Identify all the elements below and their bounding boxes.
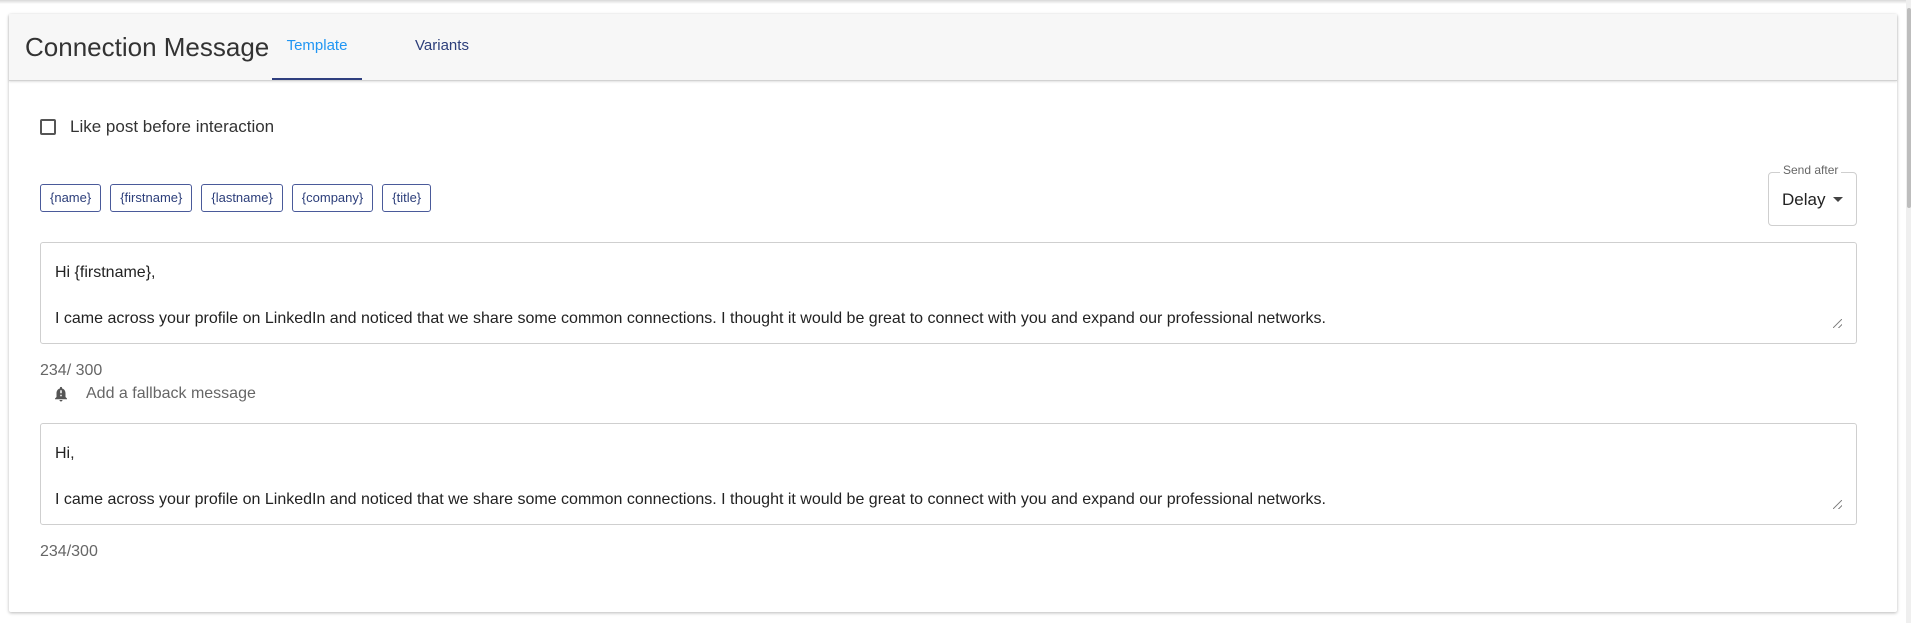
like-post-label: Like post before interaction xyxy=(70,117,275,136)
fallback-char-counter: 234/300 xyxy=(40,543,98,560)
resize-handle-icon[interactable] xyxy=(1833,319,1842,328)
resize-handle-icon[interactable] xyxy=(1833,500,1842,509)
caret-down-icon xyxy=(1833,197,1843,202)
variable-chips: {name} {firstname} {lastname} {company} … xyxy=(40,184,440,212)
send-after-label: Send after xyxy=(1780,163,1842,177)
fallback-textarea[interactable]: Hi, I came across your profile on Linked… xyxy=(40,423,1857,525)
bell-alert-icon xyxy=(55,386,67,402)
scrollbar-thumb[interactable] xyxy=(1907,8,1911,208)
message-line-2: I came across your profile on LinkedIn a… xyxy=(55,310,1326,327)
send-after-value: Delay xyxy=(1782,190,1826,209)
tab-template[interactable]: Template xyxy=(272,14,362,80)
variable-chip-lastname[interactable]: {lastname} xyxy=(201,184,283,212)
fallback-line-2: I came across your profile on LinkedIn a… xyxy=(55,491,1326,508)
card-header: Connection Message Template Variants xyxy=(9,14,1897,81)
fallback-line-1: Hi, xyxy=(55,445,75,462)
add-fallback-toggle[interactable]: Add a fallback message xyxy=(52,385,256,403)
like-post-option[interactable]: Like post before interaction xyxy=(40,117,274,137)
message-char-counter: 234/ 300 xyxy=(40,362,103,379)
scrollbar-track[interactable] xyxy=(1906,0,1911,623)
add-fallback-label: Add a fallback message xyxy=(86,385,256,402)
like-post-checkbox[interactable] xyxy=(40,119,56,135)
message-line-1: Hi {firstname}, xyxy=(55,264,156,281)
variable-chip-firstname[interactable]: {firstname} xyxy=(110,184,193,212)
tab-variants[interactable]: Variants xyxy=(397,14,487,78)
variable-chip-company[interactable]: {company} xyxy=(291,184,374,212)
page-title: Connection Message xyxy=(25,32,270,62)
variable-chip-title[interactable]: {title} xyxy=(382,184,432,212)
send-after-select[interactable]: Send after Delay xyxy=(1768,163,1857,226)
variable-chip-name[interactable]: {name} xyxy=(40,184,102,212)
top-shadow xyxy=(0,0,1911,4)
message-textarea[interactable]: Hi {firstname}, I came across your profi… xyxy=(40,242,1857,344)
